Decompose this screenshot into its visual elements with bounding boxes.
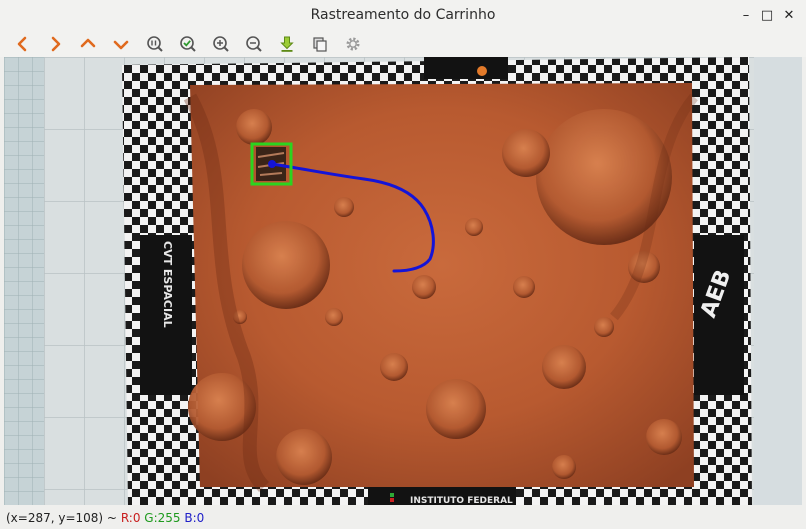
status-red: R:0 xyxy=(120,511,141,525)
toolbar xyxy=(0,31,806,57)
chevron-right-icon xyxy=(51,36,61,52)
save-image-button[interactable] xyxy=(276,33,298,55)
floor-right xyxy=(754,57,802,505)
status-green: G:255 xyxy=(144,511,181,525)
pan-up-button[interactable] xyxy=(77,33,99,55)
minimize-button[interactable]: – xyxy=(737,6,755,24)
if-logo-mark-red xyxy=(390,498,394,502)
close-button[interactable]: ✕ xyxy=(780,6,798,24)
download-icon xyxy=(280,36,294,52)
properties-button[interactable] xyxy=(342,33,364,55)
wall-tiles xyxy=(4,57,44,505)
zoom-original-button[interactable] xyxy=(144,33,166,55)
if-logo-mark xyxy=(390,493,394,497)
camera-frame[interactable]: CVT ESPACIAL AEB INSTITUTO FEDERAL xyxy=(4,57,802,505)
maximize-button[interactable]: □ xyxy=(758,6,776,24)
pan-right-button[interactable] xyxy=(44,33,66,55)
status-blue: B:0 xyxy=(184,511,205,525)
top-logo-dot xyxy=(477,66,487,76)
zoom-in-button[interactable] xyxy=(210,33,232,55)
zoom-reset-icon xyxy=(147,36,163,52)
copy-image-button[interactable] xyxy=(309,33,331,55)
title-bar: Rastreamento do Carrinho – □ ✕ xyxy=(0,0,806,31)
trajectory-head xyxy=(268,160,276,168)
zoom-in-icon xyxy=(213,36,229,52)
zoom-fit-button[interactable] xyxy=(177,33,199,55)
chevron-up-icon xyxy=(80,38,96,48)
copy-icon xyxy=(313,37,327,52)
top-logo-panel xyxy=(424,57,508,79)
status-coords: (x=287, y=108) ~ xyxy=(6,511,117,525)
chevron-left-icon xyxy=(17,36,27,52)
window-title: Rastreamento do Carrinho xyxy=(310,7,496,23)
pan-down-button[interactable] xyxy=(110,33,132,55)
chevron-down-icon xyxy=(113,40,129,50)
app-window: Rastreamento do Carrinho – □ ✕ CVT ESPAC… xyxy=(0,0,806,529)
zoom-out-icon xyxy=(246,36,262,52)
pan-left-button[interactable] xyxy=(12,33,34,55)
image-view[interactable]: CVT ESPACIAL AEB INSTITUTO FEDERAL xyxy=(4,57,802,505)
zoom-fit-icon xyxy=(180,36,196,52)
gear-icon xyxy=(346,37,360,51)
status-bar: (x=287, y=108) ~ R:0 G:255 B:0 xyxy=(0,507,806,529)
zoom-out-button[interactable] xyxy=(243,33,265,55)
bottom-logo-text: INSTITUTO FEDERAL xyxy=(410,496,513,505)
left-logo-text: CVT ESPACIAL xyxy=(161,241,174,328)
